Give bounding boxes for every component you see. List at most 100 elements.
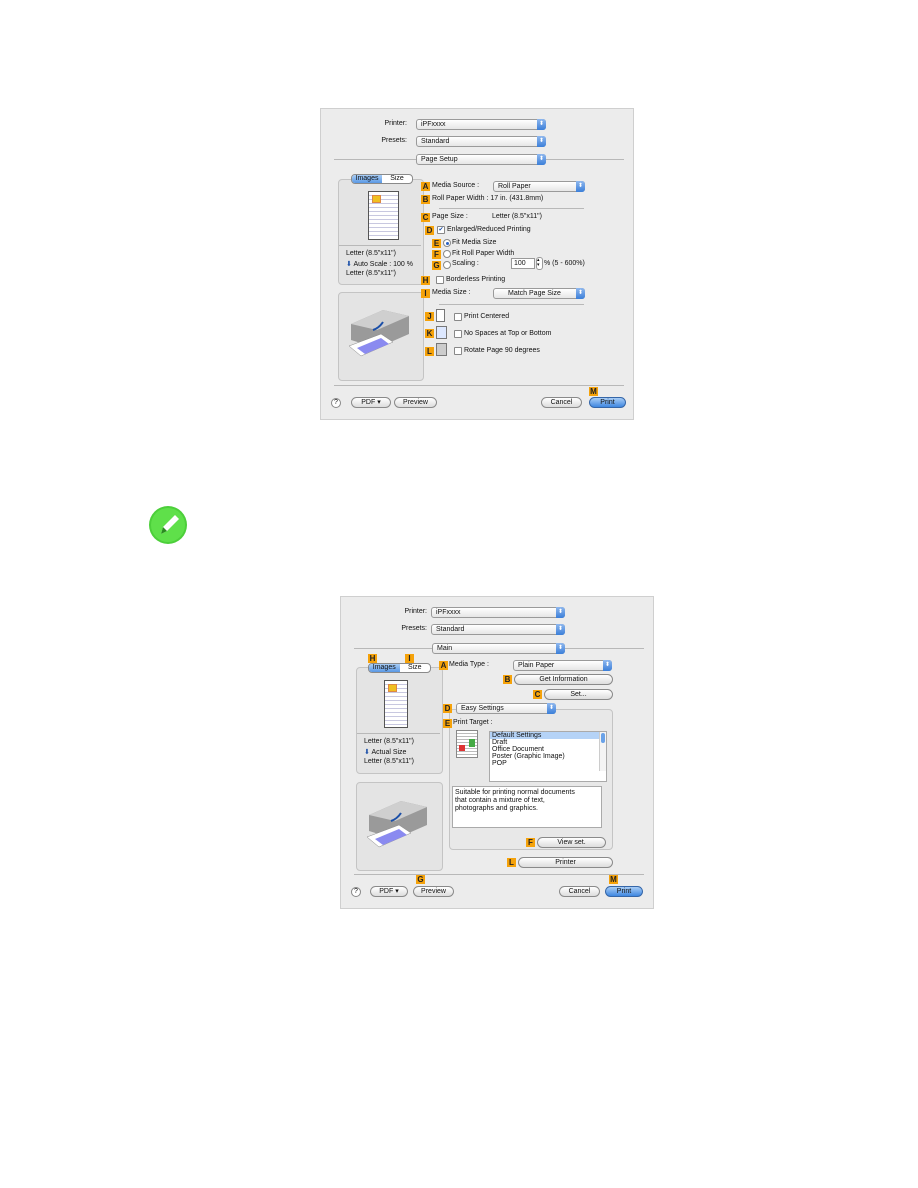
printer-value: iPFxxxx <box>421 121 446 128</box>
mode-popup[interactable]: Easy Settings ⬍ <box>456 703 556 714</box>
print-centered-label: Print Centered <box>464 313 510 320</box>
separator <box>439 208 584 209</box>
media-size-label: Media Size : <box>432 289 471 296</box>
presets-value: Standard <box>421 138 450 145</box>
badge-g: G <box>416 875 425 884</box>
printer-illustration <box>348 310 409 357</box>
fit-media-radio[interactable] <box>443 239 451 247</box>
presets-popup[interactable]: Standard ⬍ <box>416 136 546 147</box>
scaling-range: % (5 - 600%) <box>544 260 585 267</box>
preview-tabs[interactable]: Images Size <box>368 663 431 673</box>
page-size-label: Page Size : <box>432 213 468 220</box>
badge-k: K <box>425 329 434 338</box>
panel-popup[interactable]: Main ⬍ <box>432 643 565 654</box>
printer-popup[interactable]: iPFxxxx ⬍ <box>431 607 565 618</box>
fit-roll-radio[interactable] <box>443 250 451 258</box>
cancel-button[interactable]: Cancel <box>541 397 582 408</box>
view-set-button[interactable]: View set. <box>537 837 606 848</box>
preview-button[interactable]: Preview <box>394 397 437 408</box>
enlarged-label: Enlarged/Reduced Printing <box>447 226 531 233</box>
scale-text: Auto Scale : 100 % <box>353 261 413 268</box>
print-centered-icon <box>436 309 445 322</box>
pdf-button[interactable]: PDF ▾ <box>351 397 391 408</box>
popup-arrows-icon: ⬍ <box>537 119 546 130</box>
popup-arrows-icon: ⬍ <box>603 660 612 671</box>
media-source-value: Roll Paper <box>498 183 531 190</box>
media-source-label: Media Source : <box>432 182 480 189</box>
badge-h: H <box>421 276 430 285</box>
badge-f: F <box>432 250 441 259</box>
scaling-stepper[interactable]: ▴ ▾ <box>536 257 543 270</box>
list-item[interactable]: Default Settings <box>490 732 606 739</box>
badge-a: A <box>421 182 430 191</box>
badge-d: D <box>443 704 452 713</box>
badge-m: M <box>589 387 598 396</box>
no-spaces-checkbox[interactable] <box>454 330 462 338</box>
print-button[interactable]: Print <box>605 886 643 897</box>
preview-tabs[interactable]: Images Size <box>351 174 413 184</box>
preview-line: Letter (8.5"x11") <box>346 270 396 277</box>
separator <box>334 385 624 386</box>
get-information-button[interactable]: Get Information <box>514 674 613 685</box>
rotate-icon <box>436 343 447 356</box>
page-thumbnail <box>368 191 399 240</box>
media-type-popup[interactable]: Plain Paper ⬍ <box>513 660 612 671</box>
tab-size[interactable]: Size <box>382 175 412 183</box>
badge-i: I <box>421 289 430 298</box>
list-item[interactable]: Office Document <box>490 746 606 753</box>
fit-roll-label: Fit Roll Paper Width <box>452 250 515 257</box>
badge-j: J <box>425 312 434 321</box>
tab-images[interactable]: Images <box>369 664 400 672</box>
badge-m: M <box>609 875 618 884</box>
media-type-value: Plain Paper <box>518 662 555 669</box>
printer-popup[interactable]: iPFxxxx ⬍ <box>416 119 546 130</box>
separator <box>357 733 440 734</box>
pdf-button[interactable]: PDF ▾ <box>370 886 408 897</box>
media-size-popup[interactable]: Match Page Size ⬍ <box>493 288 585 299</box>
print-centered-checkbox[interactable] <box>454 313 462 321</box>
scaling-radio[interactable] <box>443 261 451 269</box>
rotate-label: Rotate Page 90 degrees <box>464 347 540 354</box>
popup-arrows-icon: ⬍ <box>576 181 585 192</box>
printer-label: Printer: <box>404 608 427 615</box>
preview-line: Letter (8.5"x11") <box>364 758 414 765</box>
media-source-popup[interactable]: Roll Paper ⬍ <box>493 181 585 192</box>
print-target-list[interactable]: Default Settings Draft Office Document P… <box>489 731 607 782</box>
tab-images[interactable]: Images <box>352 175 382 183</box>
badge-l: L <box>425 347 434 356</box>
preview-line: Letter (8.5"x11") <box>364 738 414 745</box>
badge-i: I <box>405 654 414 663</box>
print-button[interactable]: Print <box>589 397 626 408</box>
help-button[interactable]: ? <box>351 887 361 897</box>
printer-button[interactable]: Printer <box>518 857 613 868</box>
scroll-thumb[interactable] <box>601 733 605 743</box>
list-item[interactable]: POP <box>490 760 606 767</box>
scaling-input[interactable]: 100 <box>511 258 535 269</box>
presets-value: Standard <box>436 626 465 633</box>
enlarged-checkbox[interactable]: ✔ <box>437 226 445 234</box>
help-button[interactable]: ? <box>331 398 341 408</box>
page-size-value: Letter (8.5"x11") <box>492 213 542 220</box>
presets-popup[interactable]: Standard ⬍ <box>431 624 565 635</box>
preview-line: ⬇ Actual Size <box>364 748 406 756</box>
no-spaces-icon <box>436 326 447 339</box>
badge-g: G <box>432 261 441 270</box>
popup-arrows-icon: ⬍ <box>537 154 546 165</box>
set-button[interactable]: Set... <box>544 689 613 700</box>
cancel-button[interactable]: Cancel <box>559 886 600 897</box>
list-item[interactable]: Poster (Graphic Image) <box>490 753 606 760</box>
presets-label: Presets: <box>401 625 427 632</box>
popup-arrows-icon: ⬍ <box>576 288 585 299</box>
panel-popup[interactable]: Page Setup ⬍ <box>416 154 546 165</box>
separator <box>339 245 421 246</box>
badge-a: A <box>439 661 448 670</box>
list-item[interactable]: Draft <box>490 739 606 746</box>
popup-arrows-icon: ⬍ <box>556 607 565 618</box>
badge-d: D <box>425 226 434 235</box>
tab-size[interactable]: Size <box>400 664 431 672</box>
badge-e: E <box>443 719 452 728</box>
rotate-checkbox[interactable] <box>454 347 462 355</box>
preview-button[interactable]: Preview <box>413 886 454 897</box>
borderless-checkbox[interactable] <box>436 276 444 284</box>
list-scrollbar[interactable] <box>599 732 606 771</box>
